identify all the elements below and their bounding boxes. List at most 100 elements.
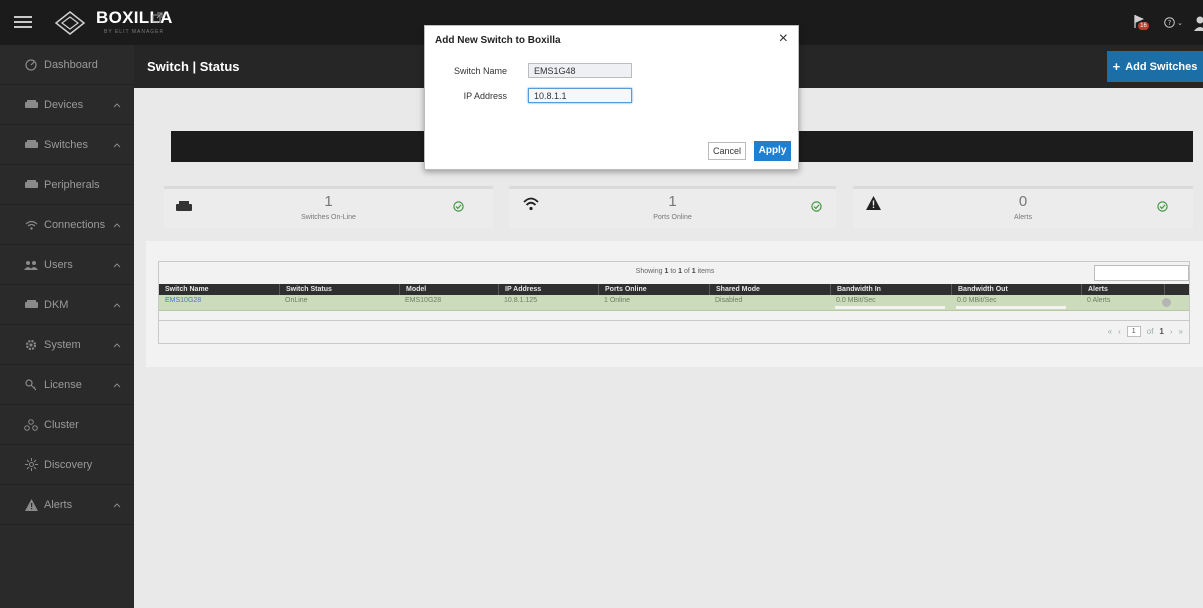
sidebar-item-label: Dashboard (44, 58, 98, 71)
sidebar-item-dashboard[interactable]: Dashboard (0, 45, 134, 85)
sidebar-item-dkm[interactable]: DKM (0, 285, 134, 325)
cluster-icon (24, 418, 38, 431)
check-circle-icon (1157, 201, 1168, 215)
plus-icon: + (1112, 59, 1121, 74)
next-page-button[interactable]: › (1170, 327, 1173, 336)
cancel-button[interactable]: Cancel (708, 142, 746, 160)
table-header: Switch Name Switch Status Model IP Addre… (159, 284, 1189, 295)
stat-value: 1 (668, 193, 677, 210)
column-header[interactable]: Model (399, 284, 498, 295)
user-icon[interactable] (1193, 15, 1203, 31)
pagination: « ‹ 1 of 1 › » (1108, 326, 1183, 337)
sidebar-item-peripherals[interactable]: Peripherals (0, 165, 134, 205)
chevron-down-icon: ⌄ (1177, 19, 1183, 27)
sidebar-item-system[interactable]: System (0, 325, 134, 365)
stat-label: Ports Online (653, 214, 692, 221)
sidebar-item-alerts[interactable]: Alerts (0, 485, 134, 525)
add-switches-label: Add Switches (1125, 60, 1198, 73)
external-link-icon[interactable] (152, 12, 163, 23)
key-icon (24, 378, 38, 391)
stat-value: 1 (324, 193, 333, 210)
connections-icon (24, 219, 38, 231)
table-info: Showing 1 to 1 of 1 items (159, 268, 1191, 275)
sidebar-item-cluster[interactable]: Cluster (0, 405, 134, 445)
chevron-up-icon (113, 379, 121, 391)
column-header[interactable]: Bandwidth Out (951, 284, 1081, 295)
column-header[interactable]: Switch Status (279, 284, 399, 295)
ip-address-field[interactable] (528, 88, 632, 103)
notifications-flag[interactable]: 16 (1132, 13, 1154, 33)
users-icon (24, 259, 38, 271)
globe-icon[interactable] (1162, 298, 1171, 307)
close-icon[interactable]: × (779, 31, 788, 47)
total-pages: 1 (1159, 327, 1164, 336)
apply-button[interactable]: Apply (754, 141, 791, 161)
discovery-icon (24, 458, 38, 471)
sidebar-item-label: License (44, 378, 82, 391)
bandwidth-in-bar (835, 306, 945, 309)
switch-status-cell: OnLine (285, 297, 308, 304)
add-switches-button[interactable]: + Add Switches (1107, 51, 1203, 82)
bandwidth-out-bar (956, 306, 1066, 309)
sidebar-item-label: Cluster (44, 418, 79, 431)
page-number-input[interactable]: 1 (1126, 326, 1141, 337)
sidebar-item-label: Connections (44, 218, 106, 231)
alert-icon (24, 498, 38, 511)
sidebar: Dashboard Devices Switches Peripherals C… (0, 45, 134, 608)
bandwidth-in-value: 0.0 MBit/Sec (836, 297, 876, 304)
ip-address-label: IP Address (463, 91, 507, 101)
switch-table-panel: Showing 1 to 1 of 1 items Switch Name Sw… (146, 241, 1203, 367)
sidebar-item-label: Alerts (44, 498, 73, 511)
sidebar-item-license[interactable]: License (0, 365, 134, 405)
check-circle-icon (811, 201, 822, 215)
switch-name-field[interactable] (528, 63, 632, 78)
first-page-button[interactable]: « (1108, 327, 1112, 336)
last-page-button[interactable]: » (1179, 327, 1183, 336)
help-icon: ? (1164, 17, 1175, 28)
help-menu[interactable]: ? ⌄ (1164, 17, 1183, 28)
shared-mode-cell: Disabled (715, 297, 743, 304)
prev-page-button[interactable]: ‹ (1118, 327, 1121, 336)
chevron-up-icon (113, 99, 121, 111)
page-of-label: of (1146, 327, 1154, 336)
switch-table: Showing 1 to 1 of 1 items Switch Name Sw… (158, 261, 1190, 344)
devices-icon (24, 99, 38, 111)
column-header[interactable]: Bandwidth In (830, 284, 951, 295)
notification-badge: 16 (1138, 21, 1149, 30)
sidebar-item-discovery[interactable]: Discovery (0, 445, 134, 485)
sidebar-item-label: Switches (44, 138, 89, 151)
sidebar-item-devices[interactable]: Devices (0, 85, 134, 125)
showing-text: items (695, 268, 715, 275)
column-header[interactable]: Shared Mode (709, 284, 830, 295)
alerts-cell: 0 Alerts (1087, 297, 1111, 304)
showing-text: of (682, 268, 692, 275)
sidebar-item-switches[interactable]: Switches (0, 125, 134, 165)
column-header[interactable]: Switch Name (159, 284, 279, 295)
stat-label: Alerts (1014, 214, 1032, 221)
dashboard-icon (24, 58, 38, 71)
add-switch-dialog: Add New Switch to Boxilla × Switch Name … (424, 25, 799, 170)
column-header[interactable]: Alerts (1081, 284, 1164, 295)
page-title: Switch | Status (147, 59, 240, 74)
table-row[interactable]: EMS10G28 OnLine EMS10G28 10.8.1.125 1 On… (159, 295, 1189, 311)
gear-icon (24, 339, 38, 351)
showing-text: to (668, 268, 679, 275)
bandwidth-in-cell: 0.0 MBit/Sec (830, 295, 951, 311)
dialog-title: Add New Switch to Boxilla (435, 35, 561, 46)
chevron-up-icon (113, 259, 121, 271)
dkm-icon (24, 299, 38, 311)
sidebar-item-users[interactable]: Users (0, 245, 134, 285)
chevron-up-icon (113, 339, 121, 351)
hamburger-menu-icon[interactable] (14, 13, 32, 31)
switch-name-link[interactable]: EMS10G28 (159, 295, 279, 311)
bandwidth-out-value: 0.0 MBit/Sec (957, 297, 997, 304)
sidebar-item-connections[interactable]: Connections (0, 205, 134, 245)
chevron-up-icon (113, 219, 121, 231)
column-header[interactable]: IP Address (498, 284, 598, 295)
column-header[interactable]: Ports Online (598, 284, 709, 295)
sidebar-item-label: Devices (44, 98, 84, 111)
chevron-up-icon (113, 499, 121, 511)
stat-card-switches: 1 Switches On-Line (164, 186, 493, 228)
sidebar-item-label: Users (44, 258, 73, 271)
table-search-input[interactable] (1094, 265, 1189, 281)
